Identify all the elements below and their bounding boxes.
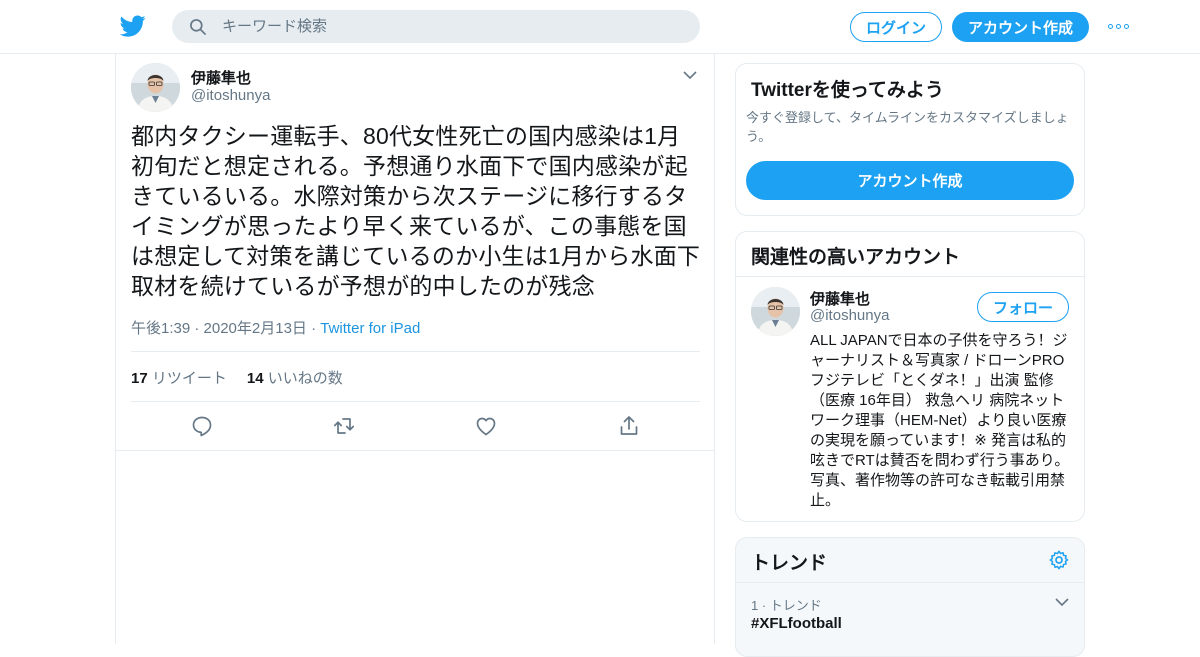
dot: [1123, 23, 1129, 29]
like-icon[interactable]: [474, 414, 498, 438]
retweet-icon[interactable]: [332, 414, 356, 438]
tweet-source-link[interactable]: Twitter for iPad: [320, 320, 420, 337]
signup-card-description: 今すぐ登録して、タイムラインをカスタマイズしましょう。: [746, 110, 1069, 144]
trend-name[interactable]: #XFLfootball: [751, 615, 842, 632]
more-dots-icon[interactable]: [1104, 14, 1132, 38]
tweet-author-handle[interactable]: @itoshunya: [191, 87, 270, 104]
avatar-photo: [131, 63, 180, 112]
avatar[interactable]: [751, 287, 800, 336]
retweet-label: リツイート: [151, 370, 227, 387]
tweet-column: 伊藤隼也 @itoshunya 都内タクシー運転手、80代女性死亡の国内感染は1…: [115, 54, 715, 644]
tweet-stats: 17 リツイート 14 いいねの数: [131, 367, 343, 388]
account-name[interactable]: 伊藤隼也: [810, 288, 870, 309]
signup-button[interactable]: アカウント作成: [952, 12, 1089, 42]
reply-icon[interactable]: [190, 414, 214, 438]
search-icon: [190, 19, 206, 35]
divider: [131, 351, 700, 352]
tweet-text: 都内タクシー運転手、80代女性死亡の国内感染は1月初旬だと想定される。予想通り水…: [131, 123, 701, 299]
tweet-author-name[interactable]: 伊藤隼也: [191, 67, 251, 88]
search-input[interactable]: [222, 10, 682, 43]
divider: [736, 582, 1084, 583]
share-icon[interactable]: [617, 414, 641, 438]
dot: [1107, 23, 1113, 29]
like-label: いいねの数: [267, 370, 343, 387]
divider: [736, 276, 1084, 277]
trends-card-title: トレンド: [751, 553, 828, 574]
account-bio: ALL JAPANで日本の子供を守ろう！ジャーナリスト＆写真家 / ドローンPR…: [810, 332, 1070, 509]
search-box[interactable]: [172, 10, 700, 43]
trends-card: トレンド 1 · トレンド #XFLfootball: [735, 537, 1085, 657]
avatar[interactable]: [131, 63, 180, 112]
signup-card: Twitterを使ってみよう 今すぐ登録して、タイムラインをカスタマイズしましょ…: [735, 63, 1085, 216]
trend-meta: 1 · トレンド: [751, 598, 822, 613]
like-count: 14: [246, 370, 264, 387]
related-accounts-card: 関連性の高いアカウント 伊藤隼也 @itoshunya フォロー ALL JAP…: [735, 231, 1085, 522]
top-navigation-bar: ログイン アカウント作成: [0, 0, 1200, 54]
tweet-actions: [131, 414, 700, 438]
signup-card-title: Twitterを使ってみよう: [751, 80, 944, 101]
avatar-photo: [751, 287, 800, 336]
account-handle[interactable]: @itoshunya: [810, 307, 889, 324]
divider: [116, 450, 714, 451]
signup-card-button[interactable]: アカウント作成: [746, 161, 1074, 200]
dot: [1115, 23, 1121, 29]
like-stat[interactable]: 14 いいねの数: [247, 367, 343, 388]
meta-separator: ·: [306, 320, 321, 337]
twitter-bird-icon[interactable]: [120, 13, 146, 39]
retweet-count: 17: [131, 370, 148, 387]
divider: [131, 401, 700, 402]
login-button[interactable]: ログイン: [850, 12, 942, 42]
chevron-down-icon[interactable]: [682, 68, 698, 82]
gear-icon[interactable]: [1048, 549, 1070, 571]
tweet-timestamp[interactable]: 午後1:39 · 2020年2月13日: [131, 320, 307, 337]
related-card-title: 関連性の高いアカウント: [751, 247, 961, 268]
tweet-meta: 午後1:39 · 2020年2月13日 · Twitter for iPad: [131, 317, 420, 338]
follow-button[interactable]: フォロー: [977, 292, 1069, 322]
chevron-down-icon[interactable]: [1054, 596, 1070, 608]
retweet-stat[interactable]: 17 リツイート: [131, 367, 227, 388]
